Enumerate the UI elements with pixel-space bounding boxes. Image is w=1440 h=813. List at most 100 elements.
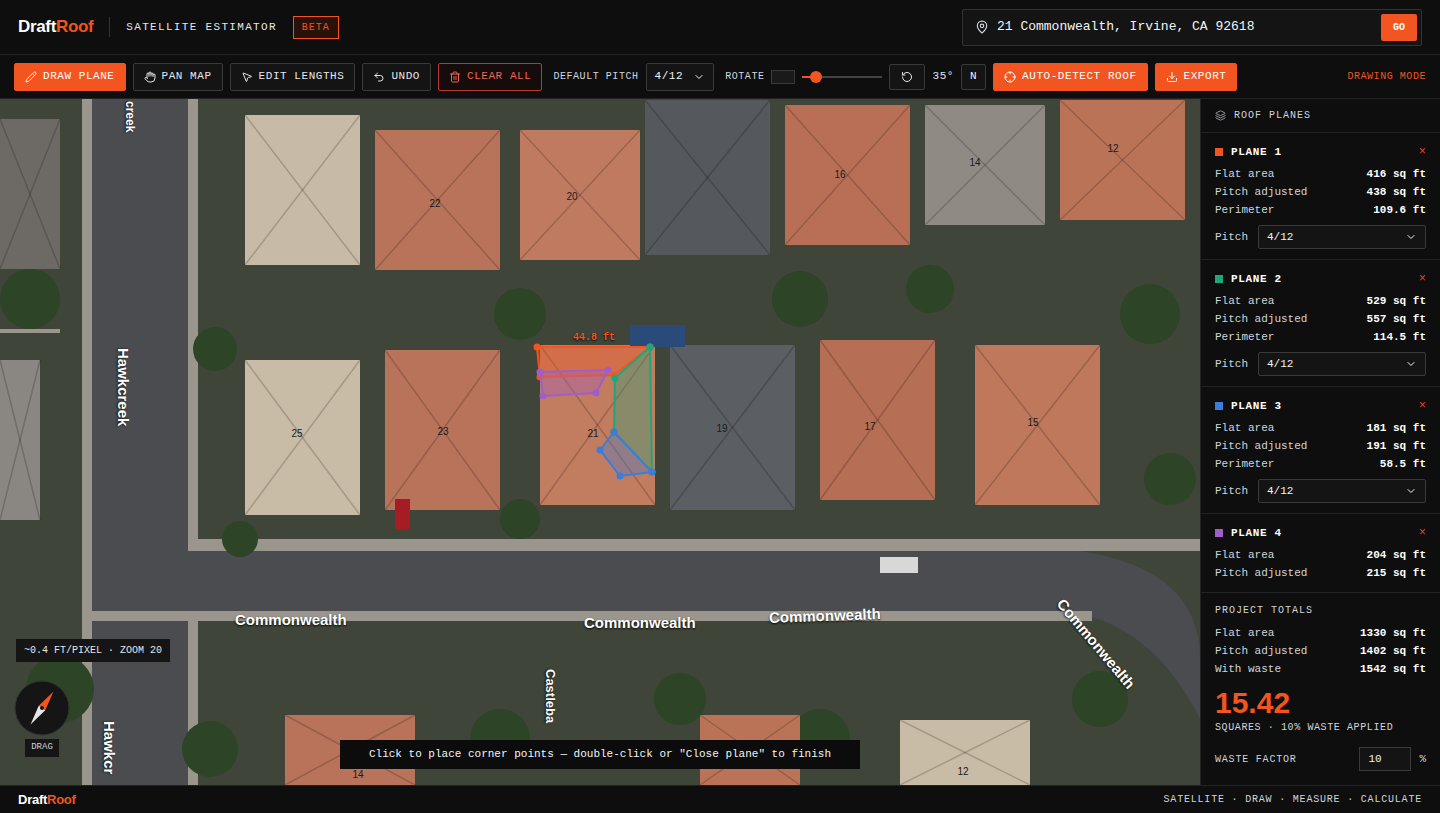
stat-row: Pitch adjusted191 sq ft	[1215, 437, 1426, 455]
stat-row: Flat area416 sq ft	[1215, 165, 1426, 183]
beta-badge: BETA	[293, 16, 339, 39]
measure-label: 44.8 ft	[573, 330, 615, 345]
house-number: 15	[1027, 415, 1038, 430]
street-label: Commonwealth	[235, 612, 347, 627]
street-label: creek	[124, 101, 136, 132]
undo-icon	[373, 71, 385, 83]
hand-icon	[144, 71, 156, 83]
plane-card[interactable]: PLANE 1 × Flat area416 sq ftPitch adjusted…	[1201, 133, 1440, 260]
project-totals: PROJECT TOTALSFlat area1330 sq ftPitch a…	[1201, 593, 1440, 779]
subtitle: SATELLITE ESTIMATOR	[126, 19, 277, 36]
stat-row: Perimeter58.5 ft	[1215, 455, 1426, 473]
tool-button[interactable]: CLEAR ALL	[438, 63, 542, 91]
remove-plane-button[interactable]: ×	[1419, 527, 1426, 539]
compass-icon[interactable]	[14, 680, 70, 736]
stat-row: Flat area1330 sq ft	[1215, 624, 1426, 642]
action-button[interactable]: AUTO-DETECT ROOF	[993, 63, 1147, 91]
tool-button[interactable]: DRAW PLANE	[14, 63, 126, 91]
pitch-select[interactable]: 4/12	[646, 63, 715, 91]
footer-logo: DraftRoof	[18, 790, 76, 810]
plane-name: PLANE 4	[1231, 525, 1282, 542]
house-number: 21	[587, 426, 598, 441]
rotate-label: ROTATE	[725, 69, 764, 84]
pitch-label: DEFAULT PITCH	[553, 69, 638, 84]
trash-icon	[449, 71, 461, 83]
waste-factor-input[interactable]: 10	[1359, 747, 1411, 771]
divider	[109, 17, 110, 37]
footer: DraftRoof SATELLITE · DRAW · MEASURE · CA…	[0, 785, 1440, 813]
house-number: 16	[834, 167, 845, 182]
street-label: Commonwealth	[584, 615, 696, 630]
stat-row: Pitch adjusted215 sq ft	[1215, 564, 1426, 582]
pointer-icon	[241, 71, 253, 83]
plane-name: PLANE 3	[1231, 398, 1282, 415]
crosshair-icon	[1004, 71, 1016, 83]
rotate-box	[771, 70, 795, 84]
plane-pitch-select[interactable]: 4/12	[1258, 352, 1426, 376]
remove-plane-button[interactable]: ×	[1419, 400, 1426, 412]
stat-row: Flat area529 sq ft	[1215, 292, 1426, 310]
plane-card[interactable]: PLANE 3×Flat area181 sq ftPitch adjusted…	[1201, 387, 1440, 514]
tool-button[interactable]: UNDO	[362, 63, 431, 91]
plane-name: PLANE 2	[1231, 271, 1282, 288]
pencil-icon	[25, 71, 37, 83]
app: DraftRoof SATELLITE ESTIMATOR BETA 21 Commo…	[0, 0, 1440, 813]
house-number: 12	[1107, 141, 1118, 156]
house-number: 12	[957, 764, 968, 779]
address-field[interactable]: 21 Commonwealth, Irvine, CA 92618 GO	[962, 9, 1422, 46]
roof-planes-overlay[interactable]	[0, 99, 1200, 785]
reset-rotate-button[interactable]	[889, 64, 925, 90]
header: DraftRoof SATELLITE ESTIMATOR BETA 21 Commo…	[0, 0, 1440, 55]
plane-card[interactable]: PLANE 2 × Flat area529 sq ftPitch adjusted…	[1201, 260, 1440, 387]
street-label: Hawkcreek	[116, 348, 131, 426]
mode-indicator: DRAWING MODE	[1347, 69, 1426, 84]
address-text[interactable]: 21 Commonwealth, Irvine, CA 92618	[997, 17, 1373, 37]
roof-plane-shape[interactable]	[537, 367, 612, 400]
squares-caption: SQUARES · 10% WASTE APPLIED	[1215, 720, 1426, 735]
footer-tagline: SATELLITE · DRAW · MEASURE · CALCULATE	[1164, 792, 1422, 807]
house-number: 23	[437, 424, 448, 439]
tool-button[interactable]: PAN MAP	[133, 63, 223, 91]
rotate-slider-knob[interactable]	[810, 71, 822, 83]
plane-color-swatch	[1215, 402, 1223, 410]
toolbar: DRAW PLANEPAN MAPEDIT LENGTHSUNDOCLEAR A…	[0, 55, 1440, 99]
sidebar-header: ROOF PLANES	[1201, 99, 1440, 133]
house-number: 20	[566, 189, 577, 204]
go-button[interactable]: GO	[1381, 14, 1417, 41]
download-icon	[1166, 71, 1178, 83]
street-label: Hawkcr	[102, 721, 117, 774]
remove-plane-button[interactable]: ×	[1419, 146, 1426, 158]
chevron-icon	[693, 71, 705, 83]
compass[interactable]: DRAG	[14, 680, 70, 757]
plane-color-swatch	[1215, 275, 1223, 283]
roof-plane-shape[interactable]	[597, 429, 656, 480]
plane-pitch-select[interactable]: 4/12	[1258, 479, 1426, 503]
plane-card[interactable]: PLANE 4×Flat area204 sq ftPitch adjusted…	[1201, 514, 1440, 593]
squares-total: 15.42	[1215, 686, 1426, 720]
chevron-icon	[1405, 231, 1417, 243]
stat-row: With waste1542 sq ft	[1215, 660, 1426, 678]
tool-button[interactable]: EDIT LENGTHS	[230, 63, 356, 91]
logo: DraftRoof	[18, 14, 93, 40]
hint-bar: Click to place corner points — double-cl…	[340, 740, 860, 769]
reset-icon	[901, 71, 913, 83]
north-button[interactable]: N	[961, 64, 986, 90]
rotate-slider[interactable]	[802, 70, 882, 84]
stat-row: Pitch adjusted557 sq ft	[1215, 310, 1426, 328]
chevron-icon	[1405, 485, 1417, 497]
scale-indicator: ~0.4 FT/PIXEL · ZOOM 20	[16, 639, 170, 662]
action-button[interactable]: EXPORT	[1155, 63, 1238, 91]
satellite-imagery	[0, 99, 1200, 785]
plane-color-swatch	[1215, 529, 1223, 537]
remove-plane-button[interactable]: ×	[1419, 273, 1426, 285]
sidebar: ROOF PLANESPLANE 1×Flat area416 sq ftPit…	[1200, 99, 1440, 785]
plane-name: PLANE 1	[1231, 144, 1282, 161]
plane-pitch-select[interactable]: 4/12	[1258, 225, 1426, 249]
compass-label: DRAG	[25, 739, 59, 757]
stat-row: Pitch adjusted438 sq ft	[1215, 183, 1426, 201]
chevron-icon	[1405, 358, 1417, 370]
rotate-reading: 35°	[932, 68, 953, 85]
map[interactable]: 22201614122523211917151412creekHawkcreek…	[0, 99, 1200, 785]
layers-icon	[1215, 110, 1226, 121]
house-number: 19	[716, 421, 727, 436]
